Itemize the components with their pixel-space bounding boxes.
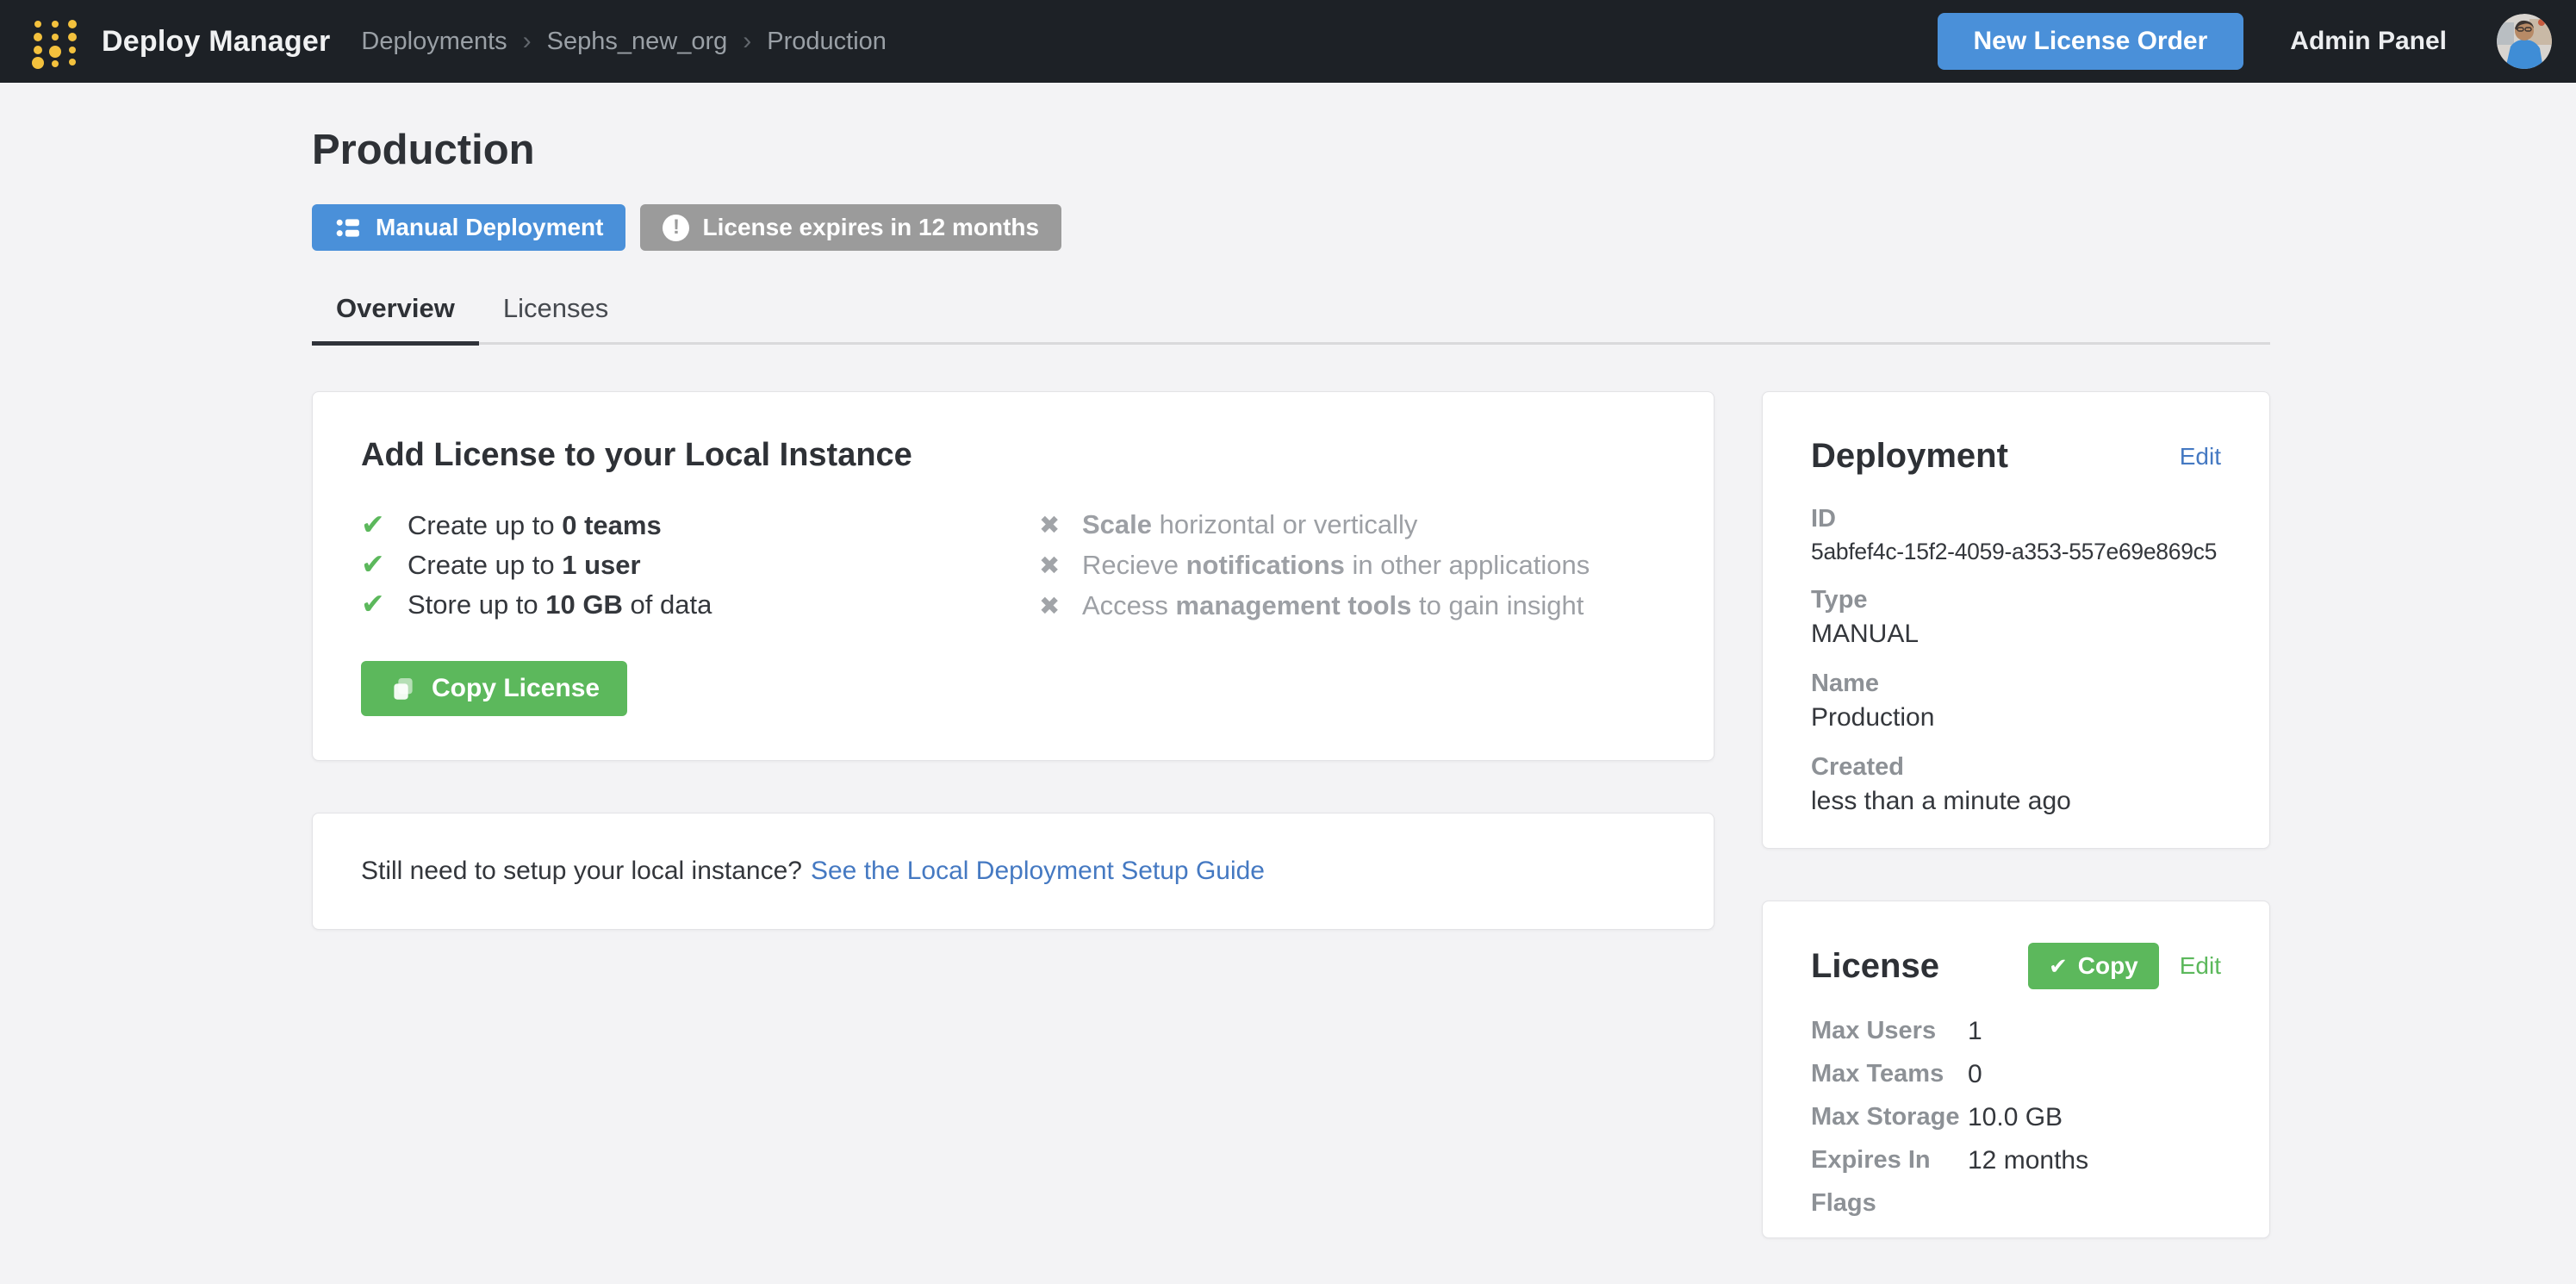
list-item: ✔ Store up to 10 GB of data xyxy=(361,584,1039,624)
list-item: ✖ Scale horizontal or vertically xyxy=(1039,505,1665,545)
copy-license-button-label: Copy License xyxy=(432,674,600,703)
deployment-panel-header: Deployment Edit xyxy=(1811,437,2221,476)
row-label: Max Storage xyxy=(1811,1103,1968,1132)
check-icon: ✔ xyxy=(361,545,390,583)
topbar-right-group: New License Order Admin Panel xyxy=(1938,13,2552,70)
check-icon: ✔ xyxy=(361,505,390,544)
deployment-edit-link[interactable]: Edit xyxy=(2180,443,2221,471)
field-value: 5abfef4c-15f2-4059-a353-557e69e869c5 xyxy=(1811,539,2221,565)
server-icon xyxy=(334,214,363,242)
tab-row: Overview Licenses xyxy=(312,281,2270,346)
license-panel: License ✔ Copy Edit Max Users 1 Max Team… xyxy=(1762,901,2270,1238)
license-copy-button[interactable]: ✔ Copy xyxy=(2028,943,2159,989)
list-item: ✔ Create up to 1 user xyxy=(361,545,1039,584)
license-panel-header: License ✔ Copy Edit xyxy=(1811,943,2221,989)
row-value: 0 xyxy=(1968,1060,1982,1089)
field-value: less than a minute ago xyxy=(1811,787,2221,816)
license-rows: Max Users 1 Max Teams 0 Max Storage 10.0… xyxy=(1811,1017,2221,1218)
breadcrumb-separator-icon: › xyxy=(523,27,532,56)
feature-text: Scale horizontal or vertically xyxy=(1082,505,1417,544)
page-title: Production xyxy=(312,126,535,174)
field-label: Name xyxy=(1811,670,2221,698)
tab-bar: Overview Licenses xyxy=(312,281,2270,345)
excluded-features-list: ✖ Scale horizontal or vertically ✖ Recie… xyxy=(1039,505,1665,626)
breadcrumb-org[interactable]: Sephs_new_org xyxy=(547,28,728,56)
check-icon: ✔ xyxy=(2049,953,2068,980)
field-label: ID xyxy=(1811,505,2221,533)
user-avatar[interactable] xyxy=(2497,14,2552,69)
row-max-storage: Max Storage 10.0 GB xyxy=(1811,1103,2221,1132)
deployment-fields: ID 5abfef4c-15f2-4059-a353-557e69e869c5 … xyxy=(1811,505,2221,816)
add-license-card-title: Add License to your Local Instance xyxy=(361,437,1665,474)
cross-icon: ✖ xyxy=(1039,588,1065,626)
feature-text: Store up to 10 GB of data xyxy=(408,585,712,624)
breadcrumb-production[interactable]: Production xyxy=(767,28,887,56)
row-label: Flags xyxy=(1811,1189,1968,1218)
field-type: Type MANUAL xyxy=(1811,586,2221,649)
app-logo-icon[interactable] xyxy=(24,10,86,72)
manual-deployment-badge-label: Manual Deployment xyxy=(376,214,603,241)
license-expiry-badge: ! License expires in 12 months xyxy=(640,204,1061,251)
check-icon: ✔ xyxy=(361,584,390,623)
deploy-manager-app: Deploy Manager Deployments › Sephs_new_o… xyxy=(0,0,2576,1284)
row-label: Max Teams xyxy=(1811,1060,1968,1089)
field-created: Created less than a minute ago xyxy=(1811,753,2221,816)
copy-license-button[interactable]: Copy License xyxy=(361,661,627,716)
setup-guide-link[interactable]: See the Local Deployment Setup Guide xyxy=(811,857,1265,886)
license-copy-button-label: Copy xyxy=(2078,952,2138,980)
top-navigation-bar: Deploy Manager Deployments › Sephs_new_o… xyxy=(0,0,2576,83)
field-name: Name Production xyxy=(1811,670,2221,732)
manual-deployment-badge: Manual Deployment xyxy=(312,204,625,251)
tab-licenses[interactable]: Licenses xyxy=(479,281,632,346)
deployment-panel: Deployment Edit ID 5abfef4c-15f2-4059-a3… xyxy=(1762,391,2270,849)
feature-text: Create up to 0 teams xyxy=(408,506,662,545)
setup-guide-card: Still need to setup your local instance?… xyxy=(312,813,1714,930)
alert-icon: ! xyxy=(663,215,689,241)
copy-icon xyxy=(389,674,418,703)
license-expiry-badge-label: License expires in 12 months xyxy=(702,214,1039,241)
badge-row: Manual Deployment ! License expires in 1… xyxy=(312,204,1061,251)
field-value: Production xyxy=(1811,703,2221,732)
list-item: ✔ Create up to 0 teams xyxy=(361,505,1039,545)
breadcrumb: Deployments › Sephs_new_org › Production xyxy=(361,27,887,56)
row-label: Expires In xyxy=(1811,1146,1968,1175)
list-item: ✖ Recieve notifications in other applica… xyxy=(1039,545,1665,586)
feature-text: Access management tools to gain insight xyxy=(1082,586,1584,625)
row-flags: Flags xyxy=(1811,1189,2221,1218)
dot-grid-logo-icon xyxy=(28,14,83,69)
feature-text: Recieve notifications in other applicati… xyxy=(1082,545,1590,584)
included-features-list: ✔ Create up to 0 teams ✔ Create up to 1 … xyxy=(361,505,1039,626)
license-panel-title: License xyxy=(1811,947,1939,986)
app-title: Deploy Manager xyxy=(102,25,330,59)
breadcrumb-deployments[interactable]: Deployments xyxy=(361,28,507,56)
field-label: Created xyxy=(1811,753,2221,782)
row-expires-in: Expires In 12 months xyxy=(1811,1146,2221,1175)
row-max-teams: Max Teams 0 xyxy=(1811,1060,2221,1089)
admin-panel-link[interactable]: Admin Panel xyxy=(2290,27,2447,56)
row-value: 10.0 GB xyxy=(1968,1103,2063,1132)
row-label: Max Users xyxy=(1811,1017,1968,1046)
list-item: ✖ Access management tools to gain insigh… xyxy=(1039,586,1665,626)
field-label: Type xyxy=(1811,586,2221,614)
row-value: 12 months xyxy=(1968,1146,2088,1175)
row-value: 1 xyxy=(1968,1017,1982,1046)
setup-guide-text: Still need to setup your local instance? xyxy=(361,857,802,886)
cross-icon: ✖ xyxy=(1039,507,1065,545)
avatar-photo-icon xyxy=(2497,14,2552,69)
license-edit-link[interactable]: Edit xyxy=(2180,952,2221,980)
feature-text: Create up to 1 user xyxy=(408,545,641,584)
field-id: ID 5abfef4c-15f2-4059-a353-557e69e869c5 xyxy=(1811,505,2221,565)
cross-icon: ✖ xyxy=(1039,547,1065,586)
feature-columns: ✔ Create up to 0 teams ✔ Create up to 1 … xyxy=(361,505,1665,626)
add-license-card: Add License to your Local Instance ✔ Cre… xyxy=(312,391,1714,761)
new-license-order-button[interactable]: New License Order xyxy=(1938,13,2244,70)
deployment-panel-title: Deployment xyxy=(1811,437,2008,476)
field-value: MANUAL xyxy=(1811,620,2221,649)
breadcrumb-separator-icon: › xyxy=(743,27,751,56)
tab-overview[interactable]: Overview xyxy=(312,281,479,346)
row-max-users: Max Users 1 xyxy=(1811,1017,2221,1046)
